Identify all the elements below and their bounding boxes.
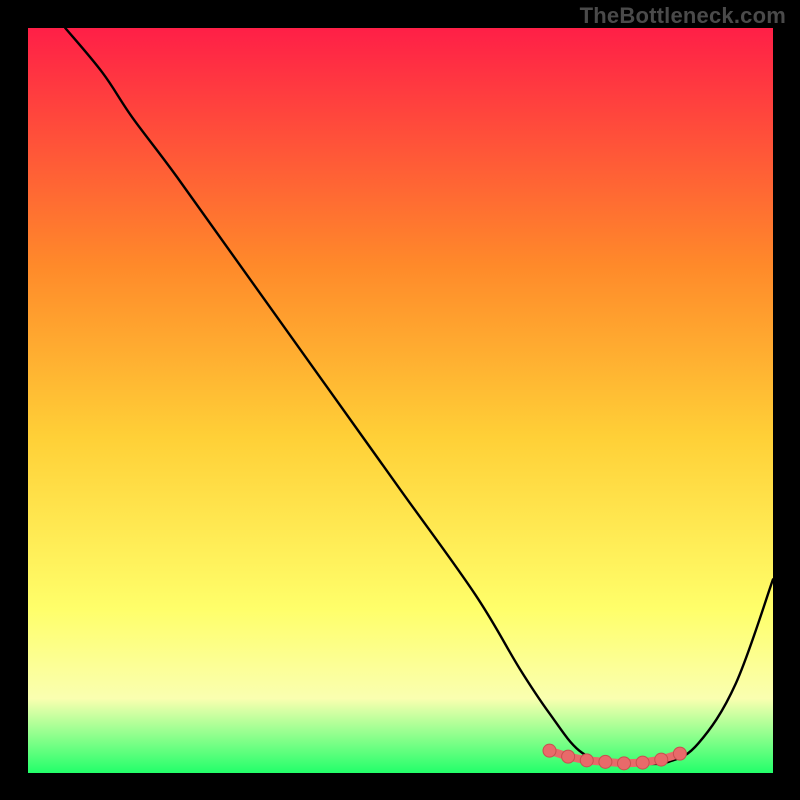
gradient-background xyxy=(28,28,773,773)
plateau-marker xyxy=(543,744,556,757)
plateau-marker xyxy=(580,754,593,767)
plateau-marker xyxy=(599,755,612,768)
plot-svg xyxy=(28,28,773,773)
plateau-marker xyxy=(636,756,649,769)
plateau-marker xyxy=(562,750,575,763)
chart-frame: TheBottleneck.com xyxy=(0,0,800,800)
watermark-text: TheBottleneck.com xyxy=(580,3,786,29)
plateau-marker xyxy=(655,753,668,766)
plot-area xyxy=(28,28,773,773)
plateau-marker xyxy=(618,757,631,770)
plateau-marker xyxy=(673,747,686,760)
